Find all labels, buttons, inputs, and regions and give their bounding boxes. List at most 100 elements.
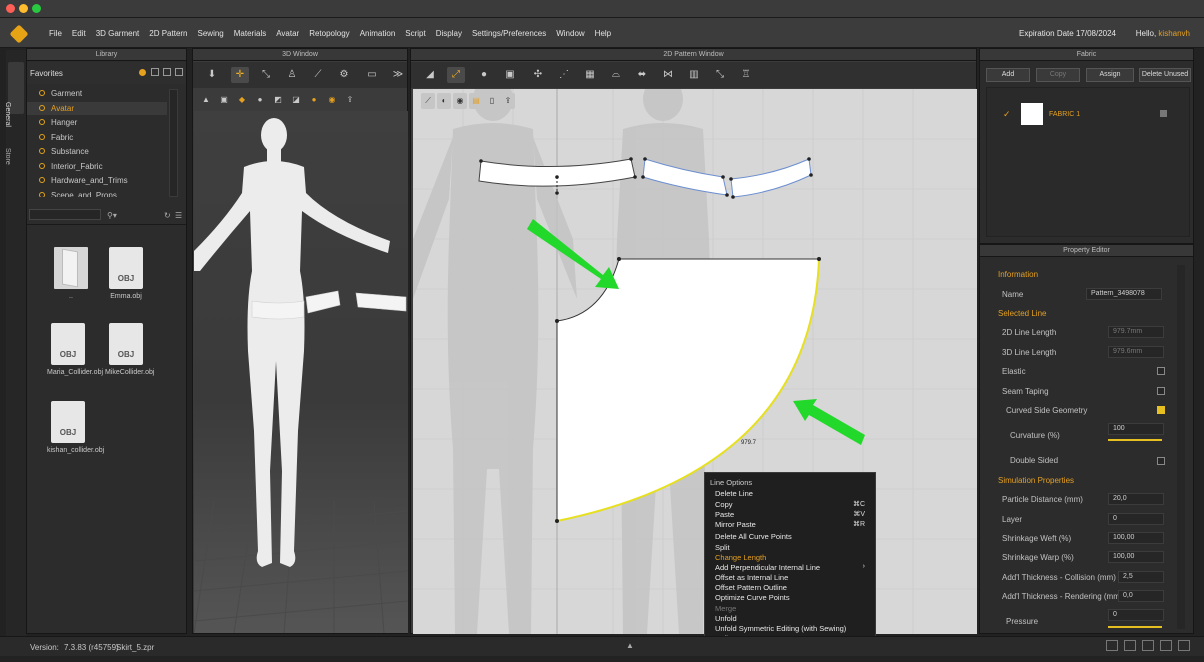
library-item-interior-fabric[interactable]: Interior_Fabric [27,160,167,173]
delete-unused-button[interactable]: Delete Unused [1139,68,1191,82]
more-tools-icon[interactable]: ≫ [389,67,407,83]
2d-pattern-window[interactable]: 2D Pattern Window ◢ ⤢ ● ▣ ✣ ⋰ ▦ ⌓ ⬌ ⋈ ▥ … [410,48,977,634]
obj-file-icon[interactable]: OBJ [51,401,85,443]
menu-item-split[interactable]: Split [715,543,730,552]
menu-display[interactable]: Display [431,29,467,38]
thickness-rendering-field[interactable]: 0,0 [1118,590,1164,602]
edit-point-icon[interactable]: ✣ [529,67,547,83]
flatten-icon[interactable]: ◪ [289,92,303,108]
elastic-checkbox[interactable] [1157,367,1165,375]
menu-item-mirror-paste[interactable]: Mirror Paste [715,520,756,529]
fabric-item[interactable]: ✓ FABRIC 1 [987,98,1191,132]
menu-2d-pattern[interactable]: 2D Pattern [144,29,192,38]
texture-tool-icon[interactable]: ▤ [469,93,483,109]
thickness-collision-field[interactable]: 2,5 [1118,571,1164,583]
shirt-icon[interactable]: ▣ [217,92,231,108]
menu-item-delete-line[interactable]: Delete Line [715,489,753,498]
menu-edit[interactable]: Edit [67,29,91,38]
layout-quad-icon[interactable] [1142,640,1154,651]
menu-item-optimize-curve-points[interactable]: Optimize Curve Points [715,593,790,602]
garment-fit-icon[interactable]: ♖ [737,67,755,83]
layout-wide-icon[interactable] [1178,640,1190,651]
library-search-input[interactable] [29,209,101,220]
seam-taping-checkbox[interactable] [1157,387,1165,395]
search-filter-icon[interactable]: ⚲▾ [107,211,117,220]
property-scrollbar[interactable] [1177,265,1185,629]
fold-icon[interactable]: ◩ [271,92,285,108]
pattern-svg[interactable]: 979.7 [413,89,977,634]
minimize-window-button[interactable] [19,4,28,13]
2d-line-length-field[interactable]: 979.7mm [1108,326,1164,338]
layout-single-icon[interactable] [1106,640,1118,651]
add-point-icon[interactable]: ⋰ [555,67,573,83]
menu-file[interactable]: File [44,29,67,38]
rectangle-tool-icon[interactable]: ▣ [501,67,519,83]
menu-item-paste[interactable]: Paste [715,510,734,519]
library-item-fabric[interactable]: Fabric [27,131,167,144]
menu-avatar[interactable]: Avatar [271,29,304,38]
menu-retopology[interactable]: Retopology [304,29,354,38]
pressure-slider[interactable] [1108,626,1162,628]
menu-help[interactable]: Help [590,29,616,38]
3d-viewport[interactable] [194,111,408,633]
globe-icon[interactable]: ◉ [325,92,339,108]
menu-item-copy[interactable]: Copy [715,500,733,509]
move-tool-icon[interactable]: ⬇ [203,67,221,83]
menu-item-offset-pattern-outline[interactable]: Offset Pattern Outline [715,583,787,592]
menu-item-unfold-symmetric-editing-with-sewing-[interactable]: Unfold Symmetric Editing (with Sewing) [715,624,846,633]
library-item-hanger[interactable]: Hanger [27,116,167,129]
notch-icon[interactable]: ◐ [437,93,451,109]
close-window-button[interactable] [6,4,15,13]
assign-fabric-button[interactable]: Assign [1086,68,1134,82]
library-item-scene-and-props[interactable]: Scene_and_Props [27,189,167,197]
tab-store[interactable]: Store [4,122,24,165]
edit-pattern-tool-icon[interactable]: ⤢ [447,67,465,83]
menu-settings-preferences[interactable]: Settings/Preferences [467,29,551,38]
sewing-line-icon[interactable]: ⟋ [421,93,435,109]
3d-line-length-field[interactable]: 979.6mm [1108,346,1164,358]
simulation-section[interactable]: Simulation Properties [998,476,1074,485]
tack-tool-icon[interactable]: ⚙ [335,67,353,83]
user-greeting[interactable]: Hello, kishanvh [1136,29,1190,38]
menu-script[interactable]: Script [400,29,430,38]
circle-tool-icon[interactable]: ● [475,67,493,83]
name-field[interactable]: Pattern_3498078 [1086,288,1162,300]
library-item-garment[interactable]: Garment [27,87,167,100]
fabric-grain-icon[interactable]: ◉ [453,93,467,109]
menu-item-change-length[interactable]: Change Length [715,553,766,562]
menu-3d-garment[interactable]: 3D Garment [91,29,145,38]
3d-window[interactable]: 3D Window ⬇ ✛ ⤡ ♙ ⟋ ⚙ ▭ ≫ ▲ ▣ ◆ ● ◩ ◪ ● … [192,48,408,634]
pin-tool-icon[interactable]: ⟋ [309,67,327,83]
particle-distance-field[interactable]: 20,0 [1108,493,1164,505]
menu-sewing[interactable]: Sewing [193,29,229,38]
list-view-icon[interactable]: ☰ [175,211,182,220]
maximize-window-button[interactable] [32,4,41,13]
transform-pattern-icon[interactable]: ◢ [421,67,439,83]
copy-fabric-button[interactable]: Copy [1036,68,1080,82]
select-tool-icon[interactable]: ✛ [231,67,249,83]
sewing-icon[interactable]: ⬌ [633,67,651,83]
shrinkage-warp-field[interactable]: 100,00 [1108,551,1164,563]
obj-file-icon[interactable]: OBJ [109,247,143,289]
light-icon[interactable]: ● [307,92,321,108]
shrinkage-weft-field[interactable]: 100,00 [1108,532,1164,544]
layout-grid-icon[interactable] [1160,640,1172,651]
obj-file-icon[interactable]: OBJ [109,323,143,365]
layout-split-icon[interactable] [1124,640,1136,651]
copy-pattern-icon[interactable]: ▯ [485,93,499,109]
menu-item-add-perpendicular-internal-line[interactable]: Add Perpendicular Internal Line [715,563,820,572]
texture-icon[interactable]: ◆ [235,92,249,108]
menu-item-unfold[interactable]: Unfold [715,614,737,623]
information-section[interactable]: Information [998,270,1038,279]
avatar-icon[interactable]: ● [253,92,267,108]
favorite-star-icon[interactable] [139,69,146,76]
menu-item-offset-as-internal-line[interactable]: Offset as Internal Line [715,573,788,582]
menu-window[interactable]: Window [551,29,589,38]
segment-sewing-icon[interactable]: ⋈ [659,67,677,83]
topstitch-icon[interactable]: ⤡ [711,67,729,83]
export-pattern-icon[interactable]: ⇪ [501,93,515,109]
curvature-field[interactable]: 100 [1108,423,1164,435]
double-sided-checkbox[interactable] [1157,457,1165,465]
hanger-icon[interactable]: ▲ [199,92,213,108]
curved-side-checkbox[interactable] [1157,406,1165,414]
